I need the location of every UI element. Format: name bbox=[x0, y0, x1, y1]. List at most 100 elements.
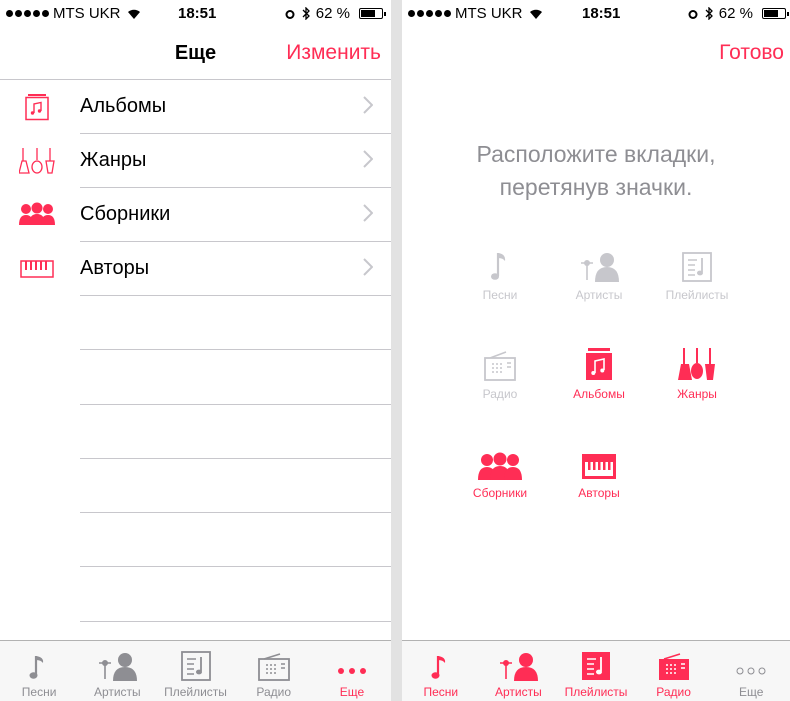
chevron-right-icon bbox=[363, 258, 373, 276]
list-item-label: Альбомы bbox=[80, 95, 167, 117]
empty-row bbox=[0, 513, 391, 568]
artist-microphone-icon bbox=[500, 653, 539, 681]
status-bar: MTS UKR 18:51 62 % bbox=[402, 0, 790, 28]
list-item-genres[interactable]: Жанры bbox=[0, 134, 391, 188]
tab-artists[interactable]: Артисты bbox=[480, 641, 558, 701]
draggable-tab-artists[interactable]: Артисты bbox=[554, 244, 644, 302]
tab-label: Радио bbox=[656, 685, 691, 699]
status-bar: MTS UKR 18:51 62 % bbox=[0, 0, 391, 28]
radio-icon bbox=[484, 351, 516, 381]
more-list: Альбомы Жанры Сборники Авторы bbox=[0, 80, 391, 622]
tab-artists[interactable]: Артисты bbox=[78, 641, 156, 701]
radio-icon bbox=[658, 653, 689, 680]
artist-microphone-icon bbox=[581, 253, 619, 282]
empty-row bbox=[0, 296, 391, 351]
music-note-icon bbox=[29, 656, 44, 679]
list-item-compilations[interactable]: Сборники bbox=[0, 188, 391, 242]
genres-guitar-icon bbox=[678, 348, 715, 380]
carrier: MTS UKR bbox=[408, 5, 543, 22]
tab-more[interactable]: Еще bbox=[712, 641, 790, 701]
chevron-right-icon bbox=[363, 150, 373, 168]
composers-piano-icon bbox=[20, 260, 54, 278]
clock: 18:51 bbox=[582, 5, 621, 22]
edit-button[interactable]: Изменить bbox=[286, 41, 381, 65]
genres-guitar-icon bbox=[19, 148, 55, 174]
playlist-icon bbox=[581, 652, 610, 680]
draggable-tab-radio[interactable]: Радио bbox=[455, 343, 545, 401]
alarm-icon bbox=[285, 9, 295, 19]
bluetooth-icon bbox=[302, 7, 310, 20]
more-dots-icon bbox=[337, 668, 366, 674]
list-item-composers[interactable]: Авторы bbox=[0, 242, 391, 296]
tab-label: Еще bbox=[738, 685, 764, 699]
list-item-label: Сборники bbox=[80, 203, 171, 225]
signal-icon bbox=[6, 10, 49, 17]
chevron-right-icon bbox=[363, 204, 373, 222]
battery-icon bbox=[359, 8, 386, 19]
tab-bar: Песни Артисты Плейлисты Радио Еще bbox=[402, 640, 790, 701]
list-item-albums[interactable]: Альбомы bbox=[0, 80, 391, 134]
compilations-people-icon bbox=[19, 202, 55, 225]
music-note-icon bbox=[491, 253, 506, 280]
draggable-tab-compilations[interactable]: Сборники bbox=[455, 442, 545, 500]
music-note-icon bbox=[431, 656, 445, 679]
signal-icon bbox=[408, 10, 451, 17]
instruction-text: Расположите вкладки, перетянув значки. bbox=[476, 141, 716, 200]
list-item-label: Жанры bbox=[80, 149, 147, 171]
done-button[interactable]: Готово bbox=[719, 41, 784, 65]
carrier: MTS UKR bbox=[6, 5, 141, 22]
wifi-icon bbox=[127, 9, 140, 19]
playlist-icon bbox=[180, 651, 211, 681]
more-dots-icon bbox=[736, 667, 766, 675]
carrier-name: MTS UKR bbox=[455, 5, 523, 22]
draggable-tab-composers[interactable]: Авторы bbox=[554, 442, 644, 500]
tab-label: Песни bbox=[423, 685, 459, 699]
tab-radio[interactable]: Радио bbox=[635, 641, 713, 701]
empty-row bbox=[0, 459, 391, 514]
tab-label: Артисты bbox=[93, 685, 141, 699]
empty-row bbox=[0, 567, 391, 622]
battery-percent: 62 % bbox=[718, 5, 753, 22]
tab-more[interactable]: Еще bbox=[313, 641, 391, 701]
album-icon bbox=[586, 348, 612, 380]
screen-divider bbox=[391, 0, 402, 701]
tab-label: Песни bbox=[21, 685, 57, 699]
configure-tabs-screen: MTS UKR 18:51 62 % Готово Расположите вк… bbox=[402, 0, 790, 701]
list-item-label: Авторы bbox=[80, 257, 150, 279]
tab-label: Плейлисты bbox=[564, 685, 628, 699]
compilations-people-icon bbox=[478, 452, 522, 480]
empty-row bbox=[0, 350, 391, 405]
tab-playlists[interactable]: Плейлисты bbox=[557, 641, 635, 701]
navigation-bar: Готово bbox=[402, 28, 790, 80]
draggable-tab-songs[interactable]: Песни bbox=[455, 244, 545, 302]
draggable-tab-playlists[interactable]: Плейлисты bbox=[652, 244, 742, 302]
tab-playlists[interactable]: Плейлисты bbox=[156, 641, 234, 701]
draggable-tab-albums[interactable]: Альбомы bbox=[554, 343, 644, 401]
carrier-name: MTS UKR bbox=[53, 5, 121, 22]
chevron-right-icon bbox=[363, 96, 373, 114]
tab-bar: Песни Артисты Плейлисты Радио Еще bbox=[0, 640, 391, 701]
navigation-bar: Еще Изменить bbox=[0, 28, 391, 80]
artist-microphone-icon bbox=[99, 653, 138, 681]
tab-radio[interactable]: Радио bbox=[235, 641, 313, 701]
status-right: 62 % bbox=[687, 5, 789, 22]
tab-label: Артисты bbox=[495, 685, 542, 699]
tab-songs[interactable]: Песни bbox=[0, 641, 78, 701]
draggable-tab-genres[interactable]: Жанры bbox=[652, 343, 742, 401]
empty-row bbox=[0, 405, 391, 459]
playlist-icon bbox=[682, 252, 712, 282]
alarm-icon bbox=[688, 9, 698, 19]
more-screen: MTS UKR 18:51 62 % Еще Изменить Альбомы bbox=[0, 0, 391, 701]
tab-label: Еще bbox=[339, 685, 365, 699]
tab-songs[interactable]: Песни bbox=[402, 641, 480, 701]
battery-icon bbox=[762, 8, 789, 19]
album-icon bbox=[25, 94, 49, 121]
wifi-icon bbox=[529, 9, 542, 19]
tab-label: Плейлисты bbox=[164, 685, 227, 699]
bluetooth-icon bbox=[705, 7, 713, 20]
clock: 18:51 bbox=[178, 5, 217, 22]
radio-icon bbox=[257, 653, 290, 681]
status-right: 62 % bbox=[284, 5, 386, 22]
battery-percent: 62 % bbox=[315, 5, 350, 22]
composers-piano-icon bbox=[582, 454, 616, 479]
